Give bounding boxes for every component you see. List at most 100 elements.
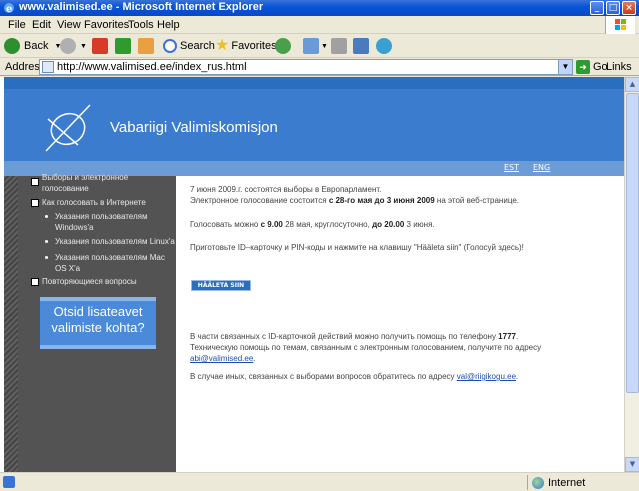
hours-mid: 28 мая, круглосуточно, bbox=[282, 220, 373, 229]
chevron-down-icon[interactable]: ▼ bbox=[558, 60, 572, 74]
favorites-label: Favorites bbox=[231, 40, 277, 52]
messenger-button[interactable] bbox=[376, 37, 392, 55]
hours-post: 3 июня. bbox=[404, 220, 435, 229]
menu-view[interactable]: View bbox=[57, 19, 81, 31]
valimiskomisjon-logo-icon bbox=[45, 104, 91, 152]
web-page: Vabariigi Valimiskomisjon EST ENG Выборы… bbox=[0, 77, 624, 472]
site-title: Vabariigi Valimiskomisjon bbox=[110, 119, 278, 136]
site-banner: Vabariigi Valimiskomisjon bbox=[4, 89, 624, 161]
home-button[interactable] bbox=[138, 37, 154, 55]
intro-line-2-pre: Электронное голосование состоится bbox=[190, 196, 329, 205]
help-tech-period: . bbox=[253, 354, 256, 363]
favorites-button[interactable]: ★ Favorites bbox=[215, 37, 277, 55]
home-icon bbox=[138, 38, 154, 54]
history-button[interactable] bbox=[275, 37, 291, 55]
star-icon: ★ bbox=[215, 37, 230, 54]
refresh-button[interactable] bbox=[115, 37, 131, 55]
sidebar-item-faq[interactable]: Повторяющиеся вопросы bbox=[42, 276, 172, 287]
lang-est-link[interactable]: EST bbox=[504, 163, 519, 172]
hours-end: до 20.00 bbox=[372, 220, 405, 229]
page-status-icon bbox=[3, 476, 15, 488]
intro-line-1: 7 июня 2009.г. состоятся выборы в Европа… bbox=[190, 185, 382, 194]
search-button[interactable]: Search bbox=[163, 37, 215, 55]
back-button[interactable]: Back ▼ bbox=[4, 37, 61, 55]
toolbar: Back ▼ ▼ Search ★ Favorites ▼ bbox=[0, 34, 639, 58]
checkbox-icon bbox=[31, 199, 39, 207]
globe-icon bbox=[532, 476, 544, 489]
window-title: www.valimised.ee - Microsoft Internet Ex… bbox=[19, 1, 264, 13]
bullet-icon bbox=[45, 215, 48, 218]
address-input[interactable]: http://www.valimised.ee/index_rus.html ▼ bbox=[39, 59, 573, 75]
sidebar-subitem-windows[interactable]: Указания пользователям Windows'a bbox=[55, 211, 163, 233]
forward-arrow-icon bbox=[60, 38, 76, 54]
sidebar-subitem-mac[interactable]: Указания пользователям Mac OS X'a bbox=[55, 252, 167, 274]
title-bar: e www.valimised.ee - Microsoft Internet … bbox=[0, 0, 639, 16]
lang-eng-link[interactable]: ENG bbox=[533, 163, 550, 172]
intro-line-2-post: на этой веб-странице. bbox=[434, 196, 519, 205]
mail-icon bbox=[303, 38, 319, 54]
intro-paragraph: 7 июня 2009.г. состоятся выборы в Европа… bbox=[190, 184, 550, 206]
print-button[interactable] bbox=[331, 37, 347, 55]
hours-pre: Голосовать можно bbox=[190, 220, 261, 229]
bullet-icon bbox=[45, 240, 48, 243]
zone-label: Internet bbox=[548, 476, 586, 489]
vote-here-button[interactable]: HÄÄLETA SIIN bbox=[191, 280, 251, 291]
mail-button[interactable]: ▼ bbox=[303, 37, 328, 55]
go-button[interactable]: ➜ Go bbox=[576, 60, 608, 74]
help-phone-pre: В части связанных с ID-карточкой действи… bbox=[190, 332, 499, 341]
go-arrow-icon: ➜ bbox=[576, 60, 590, 74]
print-icon bbox=[331, 38, 347, 54]
chevron-down-icon: ▼ bbox=[80, 42, 87, 50]
address-url: http://www.valimised.ee/index_rus.html bbox=[57, 61, 247, 73]
riigikogu-email-link[interactable]: val@riigikogu.ee bbox=[457, 372, 516, 381]
chevron-down-icon: ▼ bbox=[321, 42, 328, 50]
scroll-down-button[interactable]: ▼ bbox=[625, 457, 639, 472]
help-phone: 1777 bbox=[498, 332, 516, 341]
security-zone: Internet bbox=[527, 475, 637, 490]
vertical-scrollbar[interactable]: ▲ ▼ bbox=[624, 77, 639, 472]
page-icon bbox=[42, 61, 54, 73]
main-content: 7 июня 2009.г. состоятся выборы в Европа… bbox=[176, 176, 624, 472]
sidebar-subitem-linux[interactable]: Указания пользователям Linux'a bbox=[55, 236, 177, 247]
scroll-up-button[interactable]: ▲ bbox=[625, 77, 639, 92]
other-questions-paragraph: В случае иных, связанных с выборами вопр… bbox=[190, 371, 550, 382]
menu-favorites[interactable]: Favorites bbox=[84, 19, 129, 31]
checkbox-icon bbox=[31, 278, 39, 286]
back-label: Back bbox=[24, 40, 49, 52]
edit-icon bbox=[353, 38, 369, 54]
close-button[interactable]: × bbox=[622, 1, 636, 15]
refresh-icon bbox=[115, 38, 131, 54]
status-bar: Internet bbox=[0, 472, 639, 491]
svg-text:e: e bbox=[6, 4, 12, 14]
help-paragraph: В части связанных с ID-карточкой действи… bbox=[190, 331, 550, 364]
instructions-paragraph: Приготовьте ID–карточку и PIN-коды и наж… bbox=[190, 243, 524, 252]
menu-tools[interactable]: Tools bbox=[128, 19, 154, 31]
menu-help[interactable]: Help bbox=[157, 19, 180, 31]
header-band bbox=[4, 77, 624, 89]
edit-button[interactable] bbox=[353, 37, 369, 55]
help-tech-text: Техническую помощь по темам, связанным с… bbox=[190, 343, 542, 352]
stop-button[interactable] bbox=[92, 37, 108, 55]
maximize-button[interactable]: □ bbox=[606, 1, 620, 15]
forward-button[interactable]: ▼ bbox=[60, 37, 87, 55]
menu-bar: File Edit View Favorites Tools Help bbox=[0, 16, 639, 34]
windows-flag-icon bbox=[605, 16, 635, 34]
back-arrow-icon bbox=[4, 38, 20, 54]
minimize-button[interactable]: _ bbox=[590, 1, 604, 15]
hours-paragraph: Голосовать можно с 9.00 28 мая, круглосу… bbox=[190, 219, 550, 230]
help-email-link[interactable]: abi@valimised.ee bbox=[190, 354, 253, 363]
help-phone-post: . bbox=[515, 332, 519, 341]
hours-start: с 9.00 bbox=[260, 220, 283, 229]
more-info-banner[interactable]: Otsid lisateavet valimiste kohta? bbox=[40, 297, 156, 349]
menu-file[interactable]: File bbox=[8, 19, 26, 31]
scroll-thumb[interactable] bbox=[626, 93, 639, 393]
messenger-icon bbox=[376, 38, 392, 54]
stop-icon bbox=[92, 38, 108, 54]
links-button[interactable]: Links bbox=[606, 61, 632, 73]
other-questions-text: В случае иных, связанных с выборами вопр… bbox=[190, 372, 457, 381]
search-label: Search bbox=[180, 40, 215, 52]
sidebar-item-elections[interactable]: Выборы и электронное голосование bbox=[42, 172, 152, 194]
sidebar-item-how-to-vote[interactable]: Как голосовать в Интернете bbox=[42, 197, 172, 208]
address-bar: Address http://www.valimised.ee/index_ru… bbox=[0, 58, 639, 76]
menu-edit[interactable]: Edit bbox=[32, 19, 51, 31]
